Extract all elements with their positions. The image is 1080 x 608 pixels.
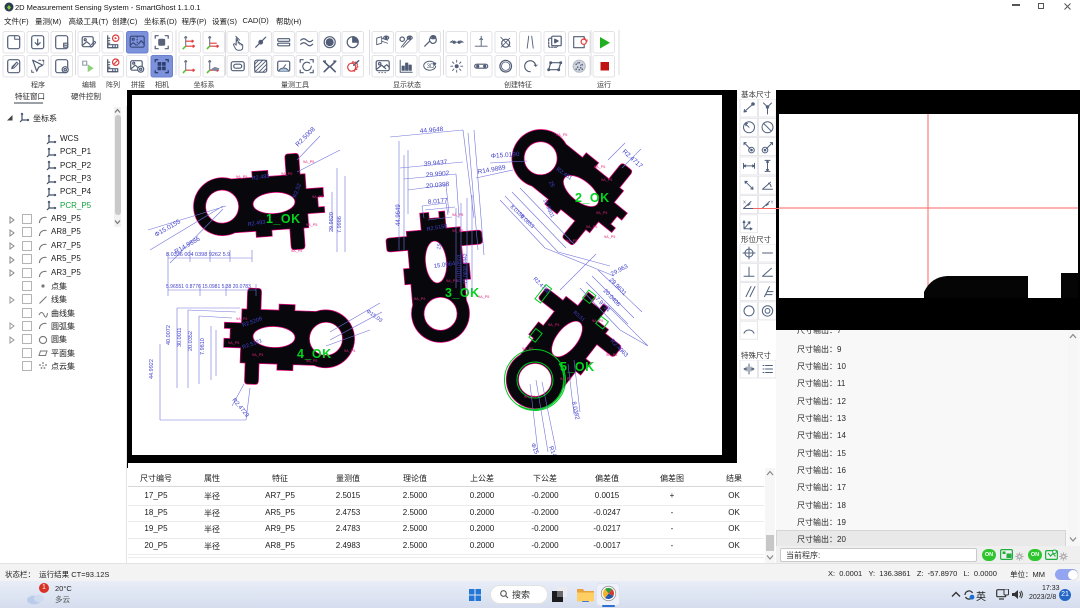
svg-text:9A_P5: 9A_P5 bbox=[452, 229, 463, 233]
svg-text:9A_P5: 9A_P5 bbox=[306, 223, 317, 227]
svg-text:9A_P5: 9A_P5 bbox=[303, 160, 314, 164]
svg-text:9A_P5: 9A_P5 bbox=[556, 133, 567, 137]
svg-text:9A_P5: 9A_P5 bbox=[604, 235, 615, 239]
svg-text:30.0011: 30.0011 bbox=[177, 328, 183, 347]
svg-text:5_OK: 5_OK bbox=[560, 360, 595, 374]
svg-text:29.9820: 29.9820 bbox=[329, 212, 335, 232]
svg-text:9A_P5: 9A_P5 bbox=[446, 279, 457, 283]
svg-text:9A_P5: 9A_P5 bbox=[524, 395, 535, 399]
svg-text:9A_P5: 9A_P5 bbox=[586, 225, 597, 229]
svg-text:9A_P5: 9A_P5 bbox=[228, 341, 239, 345]
svg-text:9A_P5: 9A_P5 bbox=[252, 353, 263, 357]
svg-text:9A_P5: 9A_P5 bbox=[601, 178, 612, 182]
svg-text:9A_P5: 9A_P5 bbox=[452, 213, 463, 217]
svg-text:15.0608 0442: 15.0608 0442 bbox=[463, 253, 469, 284]
svg-text:40.0072: 40.0072 bbox=[166, 325, 172, 345]
svg-text:1_OK: 1_OK bbox=[266, 212, 301, 226]
svg-text:9A_P5: 9A_P5 bbox=[312, 195, 323, 199]
svg-text:9A_P5: 9A_P5 bbox=[344, 349, 355, 353]
svg-text:9A_P5: 9A_P5 bbox=[606, 353, 617, 357]
svg-text:9A_P5: 9A_P5 bbox=[478, 295, 489, 299]
svg-text:20.0352: 20.0352 bbox=[188, 331, 194, 351]
svg-text:44.9922: 44.9922 bbox=[149, 359, 155, 379]
svg-text:9A_P5: 9A_P5 bbox=[306, 359, 317, 363]
svg-text:3D: 3D bbox=[427, 64, 435, 70]
svg-text:9A_P5: 9A_P5 bbox=[548, 323, 559, 327]
svg-text:9A_P5: 9A_P5 bbox=[281, 172, 292, 176]
svg-text:9A_P5: 9A_P5 bbox=[522, 347, 533, 351]
svg-text:7.9986: 7.9986 bbox=[337, 216, 343, 233]
svg-text:44.9649: 44.9649 bbox=[396, 204, 402, 226]
svg-text:9A_P5: 9A_P5 bbox=[596, 211, 607, 215]
svg-text:9A_P5: 9A_P5 bbox=[291, 249, 302, 253]
svg-text:9A_P5: 9A_P5 bbox=[560, 377, 571, 381]
svg-text:2_OK: 2_OK bbox=[575, 191, 610, 205]
svg-text:9A_P5: 9A_P5 bbox=[592, 319, 603, 323]
svg-text:5.96551 0.8776 15.0981 5.38 20: 5.96551 0.8776 15.0981 5.38 20.0783 bbox=[166, 284, 251, 290]
svg-text:3_OK: 3_OK bbox=[445, 286, 480, 300]
svg-text:7.9810: 7.9810 bbox=[200, 338, 206, 355]
svg-text:9A_P5: 9A_P5 bbox=[236, 317, 247, 321]
svg-text:Y: Y bbox=[771, 200, 774, 205]
svg-text:8.0336 004 0398 9262 5.9: 8.0336 004 0398 9262 5.9 bbox=[166, 252, 230, 258]
svg-text:9A_P5: 9A_P5 bbox=[236, 175, 247, 179]
svg-text:9A_P5: 9A_P5 bbox=[594, 165, 605, 169]
svg-text:X: X bbox=[743, 200, 746, 205]
svg-text:9A_P5: 9A_P5 bbox=[414, 297, 425, 301]
svg-text:9A_P5: 9A_P5 bbox=[566, 239, 577, 243]
